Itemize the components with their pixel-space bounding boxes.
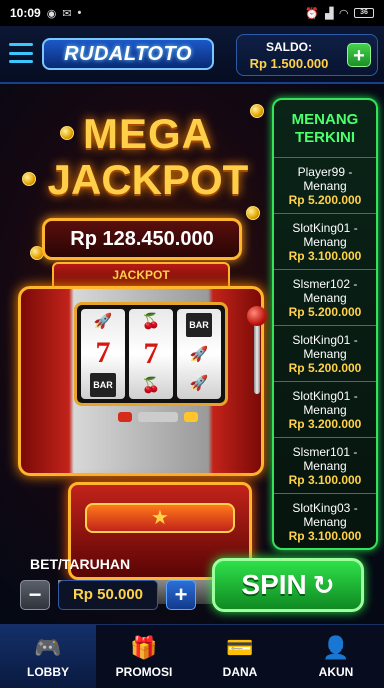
winner-status: Menang bbox=[303, 346, 347, 361]
seven-symbol: 7 bbox=[95, 336, 111, 369]
balance-value: Rp 1.500.000 bbox=[249, 56, 329, 71]
winner-amount: Rp 5.200.000 bbox=[288, 192, 362, 207]
lever-arm bbox=[254, 320, 260, 394]
balance-box: SALDO: Rp 1.500.000 + bbox=[236, 34, 378, 76]
winner-name: Player99 - bbox=[297, 164, 353, 179]
gift-icon: 🎁 bbox=[130, 635, 158, 660]
status-bar: 10:09 ◉ ✉ • ⏰ ▟ ◠ 36 bbox=[0, 0, 384, 26]
winner-status: Menang bbox=[303, 178, 347, 193]
nav-label: DANA bbox=[222, 665, 258, 679]
refresh-icon: ↻ bbox=[312, 569, 335, 600]
winners-title: MENANG TERKINI bbox=[274, 100, 376, 158]
jackpot-title: JACKPOT bbox=[47, 156, 249, 203]
winner-status: Menang bbox=[303, 458, 347, 473]
machine-buttons bbox=[96, 412, 220, 422]
winner-name: Slsmer102 - bbox=[292, 276, 358, 291]
wallet-icon: 💳 bbox=[226, 635, 254, 660]
rocket-symbol: 🚀 bbox=[93, 313, 113, 330]
add-balance-button[interactable]: + bbox=[347, 43, 371, 67]
winner-status: Menang bbox=[303, 290, 347, 305]
signal-icon: ▟ bbox=[325, 7, 334, 20]
bar-symbol: BAR bbox=[186, 312, 212, 337]
mega-title: MEGA bbox=[83, 110, 213, 157]
winner-amount: Rp 5.200.000 bbox=[288, 360, 362, 375]
bar-symbol: BAR bbox=[90, 373, 116, 397]
machine-button-white bbox=[138, 412, 178, 422]
winner-item: Slsmer101 - Menang Rp 3.100.000 bbox=[274, 438, 376, 494]
machine-jackpot-label: JACKPOT bbox=[52, 262, 230, 288]
reel: 🚀 7 BAR bbox=[81, 309, 125, 399]
winner-name: SlotKing01 - bbox=[292, 332, 358, 347]
machine-button-red bbox=[118, 412, 132, 422]
game-area: MEGA JACKPOT Rp 128.450.000 JACKPOT 🚀 7 … bbox=[0, 86, 384, 624]
rocket-symbol: 🚀 bbox=[189, 375, 209, 393]
coin-decoration bbox=[246, 206, 260, 220]
winner-name: SlotKing01 - bbox=[292, 388, 358, 403]
winners-title-line1: MENANG bbox=[291, 110, 359, 128]
seven-symbol: 7 bbox=[143, 336, 159, 370]
bet-decrease-button[interactable]: − bbox=[20, 580, 50, 610]
user-icon: 👤 bbox=[322, 635, 350, 660]
gamepad-icon: 🎮 bbox=[34, 635, 62, 660]
status-time: 10:09 bbox=[10, 6, 41, 20]
nav-item-akun[interactable]: 👤 AKUN bbox=[288, 625, 384, 688]
bet-amount: Rp 50.000 bbox=[58, 580, 158, 610]
nav-item-dana[interactable]: 💳 DANA bbox=[192, 625, 288, 688]
winner-amount: Rp 3.100.000 bbox=[288, 248, 362, 263]
winners-title-line2: TERKINI bbox=[295, 128, 355, 146]
lever-knob[interactable] bbox=[247, 306, 267, 326]
star-icon: ★ bbox=[85, 503, 235, 533]
nav-label: LOBBY bbox=[27, 665, 69, 679]
bet-label: BET/TARUHAN bbox=[30, 556, 131, 572]
balance-label: SALDO: bbox=[266, 40, 312, 54]
winner-item: Slsmer102 - Menang Rp 5.200.000 bbox=[274, 270, 376, 326]
machine-button-yellow bbox=[184, 412, 198, 422]
rocket-symbol: 🚀 bbox=[189, 345, 209, 363]
recent-winners-panel: MENANG TERKINI Player99 - Menang Rp 5.20… bbox=[272, 98, 378, 550]
messenger-icon: ◉ bbox=[46, 7, 57, 20]
winner-status: Menang bbox=[303, 234, 347, 249]
cherry-symbol: 🍒 bbox=[141, 376, 161, 394]
more-dots-icon: • bbox=[77, 7, 82, 19]
winner-amount: Rp 3.200.000 bbox=[288, 416, 362, 431]
spin-button[interactable]: SPIN ↻ bbox=[212, 558, 364, 612]
winner-item: Player99 - Menang Rp 5.200.000 bbox=[274, 158, 376, 214]
winner-amount: Rp 3.100.000 bbox=[288, 472, 362, 487]
winner-item: SlotKing01 - Menang Rp 3.200.000 bbox=[274, 382, 376, 438]
nav-item-lobby[interactable]: 🎮 LOBBY bbox=[0, 625, 96, 688]
winner-item: SlotKing01 - Menang Rp 3.100.000 bbox=[274, 214, 376, 270]
app-header: RUDALTOTO SALDO: Rp 1.500.000 + bbox=[0, 26, 384, 84]
wifi-icon: ◠ bbox=[339, 7, 348, 20]
bottom-nav: 🎮 LOBBY 🎁 PROMOSI 💳 DANA 👤 AKUN bbox=[0, 624, 384, 688]
battery-icon: 36 bbox=[354, 8, 374, 18]
winner-name: SlotKing01 - bbox=[292, 220, 358, 235]
nav-item-promosi[interactable]: 🎁 PROMOSI bbox=[96, 625, 192, 688]
winner-status: Menang bbox=[303, 402, 347, 417]
nav-label: PROMOSI bbox=[115, 665, 173, 679]
reel-window: 🚀 7 BAR 🍒 7 🍒 BAR 🚀 🚀 bbox=[74, 302, 228, 406]
jackpot-amount: Rp 128.450.000 bbox=[42, 218, 242, 260]
winner-name: Slsmer101 - bbox=[292, 444, 358, 459]
menu-icon[interactable] bbox=[9, 43, 33, 63]
winner-item: SlotKing01 - Menang Rp 5.200.000 bbox=[274, 326, 376, 382]
alarm-icon: ⏰ bbox=[305, 7, 320, 20]
cherry-symbol: 🍒 bbox=[141, 313, 161, 331]
reel: BAR 🚀 🚀 bbox=[177, 309, 221, 399]
winner-item: SlotKing03 - Menang Rp 3.100.000 bbox=[274, 494, 376, 548]
reel: 🍒 7 🍒 bbox=[129, 309, 173, 399]
spin-label: SPIN bbox=[241, 569, 307, 600]
nav-label: AKUN bbox=[318, 665, 354, 679]
message-icon: ✉ bbox=[62, 7, 72, 20]
brand-logo[interactable]: RUDALTOTO bbox=[42, 38, 214, 70]
bet-increase-button[interactable]: + bbox=[166, 580, 196, 610]
winner-name: SlotKing03 - bbox=[292, 501, 358, 515]
winner-amount: Rp 3.100.000 bbox=[288, 529, 362, 543]
winner-status: Menang bbox=[303, 515, 347, 529]
winner-amount: Rp 5.200.000 bbox=[288, 304, 362, 319]
